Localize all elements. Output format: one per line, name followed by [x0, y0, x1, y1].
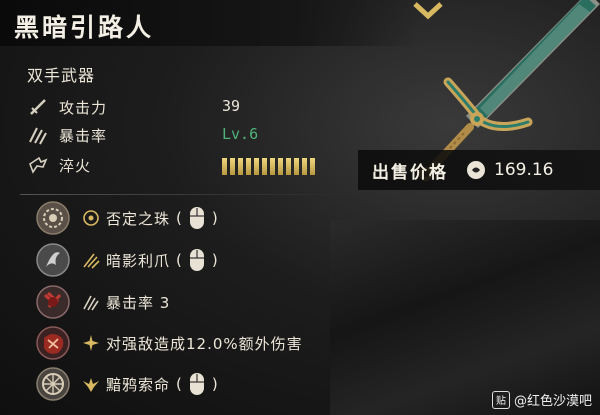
stat-label: 淬火 — [59, 156, 92, 175]
perk-label: 黯鸦索命 — [106, 375, 171, 394]
stat-value: 39 — [222, 97, 241, 115]
mouse-binding: ( ) — [176, 206, 218, 230]
quench-icon — [29, 156, 48, 174]
stat-label: 暴击率 — [59, 126, 108, 145]
perk-label: 暴击率 3 — [106, 293, 171, 312]
stat-row-quench: 淬火 — [27, 153, 347, 177]
mouse-icon — [189, 207, 204, 229]
quench-level-bars — [222, 158, 315, 175]
chevron-down-icon[interactable] — [412, 0, 444, 22]
sword-icon — [30, 99, 46, 115]
orb-ring-icon — [83, 210, 99, 226]
divider — [20, 194, 350, 195]
item-tooltip-panel: 黑暗引路人 双手武器 攻击力 39 暴击率 Lv.6 淬火 出售价格 169.1… — [0, 0, 600, 415]
crit-claw-icon — [83, 295, 99, 311]
title-bar: 黑暗引路人 — [0, 0, 420, 46]
quench-bar-segment — [238, 158, 243, 175]
watermark-text: @红色沙漠吧 — [513, 394, 592, 409]
shadow-claw-medal — [36, 243, 70, 277]
perk-label: 对强敌造成12.0%额外伤害 — [106, 334, 303, 353]
quench-bar-segment — [246, 158, 251, 175]
stat-label: 攻击力 — [59, 98, 108, 117]
tieba-badge-icon: 贴 — [491, 390, 510, 409]
perk-row-crit[interactable]: 暴击率 3 — [36, 282, 170, 322]
rock-background — [330, 220, 600, 415]
quench-bar-segment — [222, 158, 227, 175]
paren-open: ( — [176, 375, 182, 393]
quench-bar-segment — [254, 158, 259, 175]
quench-bar-segment — [270, 158, 275, 175]
mouse-icon — [189, 249, 204, 271]
sell-price-label: 出售价格 — [372, 162, 448, 183]
stat-row-attack: 攻击力 39 — [27, 95, 347, 119]
quench-bar-segment — [278, 158, 283, 175]
quench-bar-segment — [230, 158, 235, 175]
burst-icon — [83, 335, 99, 351]
watermark: 贴 @红色沙漠吧 — [491, 390, 592, 409]
paren-open: ( — [176, 209, 182, 227]
raven-icon — [83, 378, 99, 392]
quench-bar-segment — [310, 158, 315, 175]
perk-row-bonus-damage[interactable]: 对强敌造成12.0%额外伤害 — [36, 323, 303, 363]
quench-bar-segment — [286, 158, 291, 175]
stat-row-crit: 暴击率 Lv.6 — [27, 123, 347, 147]
perk-row-negation-orb[interactable]: 否定之珠 ( ) — [36, 198, 218, 238]
mouse-icon — [189, 373, 204, 395]
perk-row-shadow-claw[interactable]: 暗影利爪 ( ) — [36, 240, 218, 280]
quench-bar-segment — [262, 158, 267, 175]
raven-medal — [36, 367, 70, 401]
perk-label: 否定之珠 — [106, 209, 171, 228]
damage-medal — [36, 326, 70, 360]
paren-open: ( — [176, 251, 182, 269]
sell-price-value: 169.16 — [494, 160, 554, 180]
perk-row-raven[interactable]: 黯鸦索命 ( ) — [36, 364, 218, 404]
item-name: 黑暗引路人 — [14, 13, 155, 42]
paren-close: ) — [211, 209, 218, 227]
paren-close: ) — [211, 251, 218, 269]
crit-claw-icon — [29, 127, 47, 145]
crit-medal — [36, 285, 70, 319]
perk-label: 暗影利爪 — [106, 251, 171, 270]
item-type: 双手武器 — [27, 66, 96, 85]
quench-bar-segment — [294, 158, 299, 175]
stat-value: Lv.6 — [222, 125, 259, 143]
negation-orb-medal — [36, 201, 70, 235]
quench-bar-segment — [302, 158, 307, 175]
mouse-binding: ( ) — [176, 372, 218, 396]
sell-price-bar: 出售价格 169.16 — [358, 150, 600, 190]
currency-coin-icon — [467, 161, 485, 179]
paren-close: ) — [211, 375, 218, 393]
mouse-binding: ( ) — [176, 248, 218, 272]
shadow-claw-icon — [83, 253, 100, 269]
